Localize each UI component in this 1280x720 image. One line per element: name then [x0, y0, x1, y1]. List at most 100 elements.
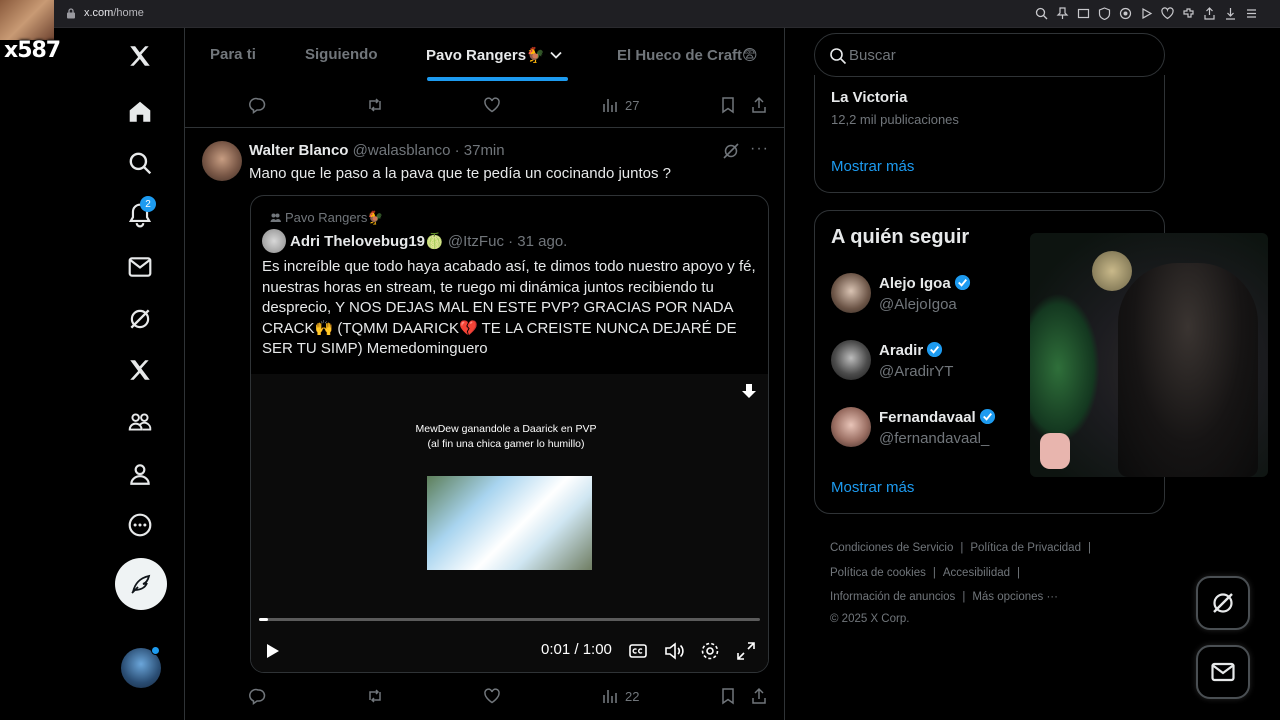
pet-figure: [1040, 433, 1070, 469]
messages-float-button[interactable]: [1196, 645, 1250, 699]
tab-pavo-rangers[interactable]: Pavo Rangers🐓: [426, 46, 563, 64]
timeline-column: Para ti Siguiendo Pavo Rangers🐓 El Hueco…: [184, 28, 785, 720]
share-button[interactable]: [750, 96, 768, 114]
footer-separator: |: [960, 542, 964, 554]
download-icon[interactable]: [1224, 7, 1237, 20]
chevron-down-icon[interactable]: [549, 48, 563, 62]
grok-icon[interactable]: [722, 142, 740, 160]
mail-icon: [1211, 662, 1235, 682]
quoted-tweet[interactable]: Pavo Rangers🐓 Adri Thelovebug19🍈 @ItzFuc…: [250, 195, 769, 673]
settings-button[interactable]: [699, 640, 721, 662]
streamer-webcam-thumbnail: [0, 0, 54, 40]
like-button[interactable]: [483, 96, 501, 114]
fullscreen-button[interactable]: [735, 640, 757, 662]
mail-icon[interactable]: [120, 247, 160, 287]
tab-siguiendo[interactable]: Siguiendo: [305, 46, 378, 63]
follow-avatar[interactable]: [831, 407, 871, 447]
follow-user-name[interactable]: Alejo Igoa: [879, 274, 971, 292]
pin-icon[interactable]: [1056, 7, 1069, 20]
premium-x-icon[interactable]: [120, 350, 160, 390]
follow-user-handle[interactable]: @fernandavaal_: [879, 430, 989, 447]
trends-show-more-link[interactable]: Mostrar más: [831, 158, 914, 175]
repost-button[interactable]: [366, 687, 384, 705]
streamer-webcam-overlay: [1030, 233, 1268, 477]
gear-icon: [701, 642, 719, 660]
tweet-author-handle[interactable]: @walasblanco: [353, 142, 451, 159]
home-icon[interactable]: [120, 92, 160, 132]
tweet-header: Walter Blanco @walasblanco · 37min: [249, 142, 505, 159]
footer-links: Condiciones de Servicio | Política de Priv…: [830, 536, 1150, 628]
footer-privacy-link[interactable]: Política de Privacidad: [970, 542, 1081, 554]
follow-user-name[interactable]: Aradir: [879, 341, 943, 359]
volume-button[interactable]: [663, 640, 685, 662]
zoom-icon[interactable]: [1035, 7, 1048, 20]
download-icon[interactable]: [740, 382, 758, 400]
explore-icon[interactable]: [120, 143, 160, 183]
menu-icon[interactable]: [1245, 7, 1258, 20]
verified-badge-icon: [954, 274, 970, 291]
grok-float-button[interactable]: [1196, 576, 1250, 630]
reply-icon: [249, 688, 266, 705]
footer-terms-link[interactable]: Condiciones de Servicio: [830, 542, 953, 554]
more-icon[interactable]: [120, 505, 160, 545]
heart-icon[interactable]: [1161, 7, 1174, 20]
grok-icon[interactable]: [120, 299, 160, 339]
views-button[interactable]: 22: [601, 687, 639, 705]
video-player[interactable]: MewDew ganandole a Daarick en PVP (al fi…: [251, 374, 768, 672]
compose-icon: [131, 574, 151, 594]
quoted-community[interactable]: Pavo Rangers🐓: [270, 210, 384, 226]
compose-button[interactable]: [115, 558, 167, 610]
footer-cookies-link[interactable]: Política de cookies: [830, 567, 926, 579]
bookmark-button[interactable]: [719, 687, 737, 705]
tweet-author-avatar[interactable]: [202, 141, 242, 181]
trend-title[interactable]: La Victoria: [831, 89, 907, 106]
lock-icon: [67, 8, 75, 19]
video-progress-bar[interactable]: [259, 618, 760, 621]
record-icon[interactable]: [1119, 7, 1132, 20]
follow-show-more-link[interactable]: Mostrar más: [831, 479, 914, 496]
notification-badge: 2: [140, 196, 156, 212]
share-icon[interactable]: [1203, 7, 1216, 20]
search-box[interactable]: [814, 33, 1165, 77]
repost-button[interactable]: [366, 96, 384, 114]
footer-more-link[interactable]: Más opciones ···: [972, 591, 1058, 603]
play-button[interactable]: [261, 640, 283, 662]
tweet-divider: [185, 127, 784, 128]
profile-icon[interactable]: [120, 454, 160, 494]
reply-button[interactable]: [249, 96, 267, 114]
quoted-author-handle: @ItzFuc: [447, 233, 504, 250]
grok-icon: [1213, 593, 1233, 613]
quoted-author-avatar: [262, 229, 286, 253]
follow-avatar[interactable]: [831, 340, 871, 380]
views-count: 27: [625, 97, 640, 113]
reply-button[interactable]: [249, 687, 267, 705]
x-logo-icon[interactable]: [120, 36, 160, 76]
share-button[interactable]: [750, 687, 768, 705]
like-button[interactable]: [483, 687, 501, 705]
follow-user-name[interactable]: Fernandavaal: [879, 408, 996, 426]
footer-accessibility-link[interactable]: Accesibilidad: [943, 567, 1010, 579]
more-options-icon[interactable]: ···: [750, 140, 769, 158]
tab-el-hueco-de-craft[interactable]: El Hueco de Craft😨: [617, 46, 758, 64]
video-time: 0:01 / 1:00: [541, 641, 612, 658]
captions-button[interactable]: [627, 640, 649, 662]
extensions-icon[interactable]: [1182, 7, 1195, 20]
bookmark-button[interactable]: [719, 96, 737, 114]
follow-user-handle[interactable]: @AlejoIgoa: [879, 296, 957, 313]
footer-ads-link[interactable]: Información de anuncios: [830, 591, 955, 603]
play-extension-icon[interactable]: [1140, 7, 1153, 20]
follow-avatar[interactable]: [831, 273, 871, 313]
tweet-time[interactable]: · 37min: [455, 142, 505, 159]
communities-icon[interactable]: [120, 402, 160, 442]
follow-user-handle[interactable]: @AradirYT: [879, 363, 953, 380]
tweet-author-name[interactable]: Walter Blanco: [249, 142, 348, 159]
views-button[interactable]: 27: [601, 96, 639, 114]
tab-para-ti[interactable]: Para ti: [210, 46, 256, 63]
search-input[interactable]: [849, 44, 1149, 66]
shield-icon[interactable]: [1098, 7, 1111, 21]
views-count: 22: [625, 688, 640, 704]
screenshot-icon[interactable]: [1077, 7, 1090, 20]
play-icon: [267, 644, 279, 658]
bookmark-icon: [722, 688, 734, 705]
address-bar[interactable]: x.com/home: [84, 7, 144, 19]
